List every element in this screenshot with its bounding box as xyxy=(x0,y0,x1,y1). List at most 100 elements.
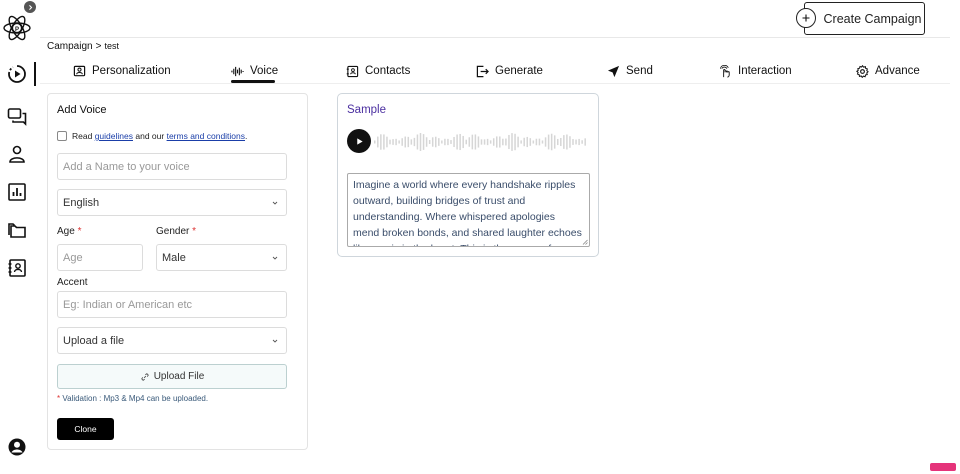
waveform-bar xyxy=(572,139,574,145)
tab-interaction[interactable]: Interaction xyxy=(719,60,792,82)
tab-generate[interactable]: Generate xyxy=(476,60,543,82)
waveform-bar xyxy=(541,140,544,144)
atom-logo-icon[interactable]: P xyxy=(2,13,32,43)
clone-button[interactable]: Clone xyxy=(57,418,114,440)
waveform-bar xyxy=(563,135,565,149)
waveform-bar xyxy=(581,140,583,144)
waveform-bar xyxy=(553,135,556,149)
tab-send[interactable]: Send xyxy=(607,60,653,82)
play-icon xyxy=(356,137,363,145)
waveform-bar xyxy=(447,138,449,146)
user-circle-icon xyxy=(8,438,26,456)
contacts-icon xyxy=(346,65,359,77)
waveform-bar xyxy=(486,138,489,146)
language-select[interactable]: English xyxy=(57,189,287,216)
svg-text:P: P xyxy=(15,27,19,33)
header-divider xyxy=(40,37,950,38)
chevron-right-icon xyxy=(28,4,32,10)
waveform-bar xyxy=(395,138,397,146)
tab-label: Interaction xyxy=(738,65,792,77)
upload-file-button[interactable]: Upload File xyxy=(57,364,287,389)
waveform-bar xyxy=(450,140,452,144)
waveform-bar xyxy=(392,139,394,145)
waveform-bar xyxy=(499,136,501,148)
waveform-bar xyxy=(544,137,547,147)
sidebar-active-indicator xyxy=(34,62,36,86)
waveform-bar xyxy=(505,138,507,146)
terms-conditions-link[interactable]: terms and conditions xyxy=(167,131,245,141)
waveform-bar xyxy=(477,136,480,148)
waveform-bar xyxy=(514,133,516,151)
interaction-icon xyxy=(719,64,730,78)
chevron-down-icon xyxy=(272,201,278,205)
gender-value: Male xyxy=(162,251,186,264)
generate-icon xyxy=(476,65,489,77)
tab-contacts[interactable]: Contacts xyxy=(346,60,410,82)
sidebar-item-contacts-book[interactable] xyxy=(6,257,28,279)
voice-name-placeholder: Add a Name to your voice xyxy=(63,160,190,173)
voice-waveform-icon xyxy=(231,66,244,76)
age-label: Age * xyxy=(57,226,82,237)
sidebar-item-analytics[interactable] xyxy=(6,181,28,203)
terms-suffix: . xyxy=(245,131,248,141)
play-button[interactable] xyxy=(347,129,371,153)
tab-advance[interactable]: Advance xyxy=(856,60,920,82)
plus-circle-icon[interactable] xyxy=(796,8,816,28)
gear-icon xyxy=(856,64,869,78)
waveform-bar xyxy=(575,139,577,145)
waveform-bar xyxy=(474,134,477,150)
waveform-bar xyxy=(578,138,580,146)
folders-icon xyxy=(8,223,26,238)
upload-type-select[interactable]: Upload a file xyxy=(57,327,287,354)
profile-avatar[interactable] xyxy=(6,436,28,458)
sample-panel: Sample Imagine a world where every hands… xyxy=(337,93,599,257)
sample-text: Imagine a world where every handshake ri… xyxy=(353,179,582,246)
waveform-bar xyxy=(435,136,437,148)
age-input[interactable]: Age xyxy=(57,244,143,271)
sample-text-area[interactable]: Imagine a world where every handshake ri… xyxy=(347,173,590,247)
tabs-divider xyxy=(40,83,950,84)
waveform-bar xyxy=(413,137,416,147)
waveform-bar xyxy=(431,137,434,147)
waveform-bar xyxy=(398,140,400,144)
sample-title: Sample xyxy=(347,104,386,116)
contact-book-icon xyxy=(8,259,26,277)
waveform-bar xyxy=(523,137,525,147)
create-campaign-label: Create Campaign xyxy=(823,11,922,26)
waveform-bar xyxy=(374,140,376,144)
waveform-bar xyxy=(547,134,550,150)
waveform-bar xyxy=(492,138,495,146)
accent-input[interactable]: Eg: Indian or American etc xyxy=(57,291,287,318)
gender-select[interactable]: Male xyxy=(156,244,287,271)
sidebar-item-campaigns[interactable] xyxy=(6,63,28,85)
audio-waveform[interactable] xyxy=(374,131,588,153)
waveform-bar xyxy=(557,138,559,146)
waveform-bar xyxy=(520,140,522,144)
sidebar-collapse-button[interactable] xyxy=(24,1,36,13)
guidelines-link[interactable]: guidelines xyxy=(95,131,133,141)
create-campaign-button[interactable]: Create Campaign xyxy=(804,2,925,35)
waveform-bar xyxy=(407,136,410,148)
tab-voice[interactable]: Voice xyxy=(231,60,278,82)
waveform-bar xyxy=(386,136,388,148)
chevron-down-icon xyxy=(272,256,278,260)
waveform-bar xyxy=(532,140,535,144)
voice-name-input[interactable]: Add a Name to your voice xyxy=(57,153,287,180)
tab-label: Send xyxy=(626,65,653,77)
users-icon xyxy=(9,145,25,163)
validation-message: * Validation : Mp3 & Mp4 can be uploaded… xyxy=(57,394,209,403)
tab-personalization[interactable]: Personalization xyxy=(73,60,171,82)
sidebar-item-folders[interactable] xyxy=(6,219,28,241)
gender-label: Gender * xyxy=(156,226,197,237)
tab-label: Generate xyxy=(495,65,543,77)
waveform-bar xyxy=(441,140,443,144)
waveform-bar xyxy=(502,138,504,146)
sidebar-item-conversations[interactable] xyxy=(6,105,28,127)
sidebar: P xyxy=(0,0,36,474)
waveform-bar xyxy=(444,138,446,146)
terms-checkbox[interactable] xyxy=(57,131,67,141)
waveform-bar xyxy=(535,138,538,146)
sidebar-item-users[interactable] xyxy=(6,143,28,165)
resize-grip-icon[interactable] xyxy=(582,239,588,245)
breadcrumb-campaign[interactable]: Campaign xyxy=(47,41,93,52)
